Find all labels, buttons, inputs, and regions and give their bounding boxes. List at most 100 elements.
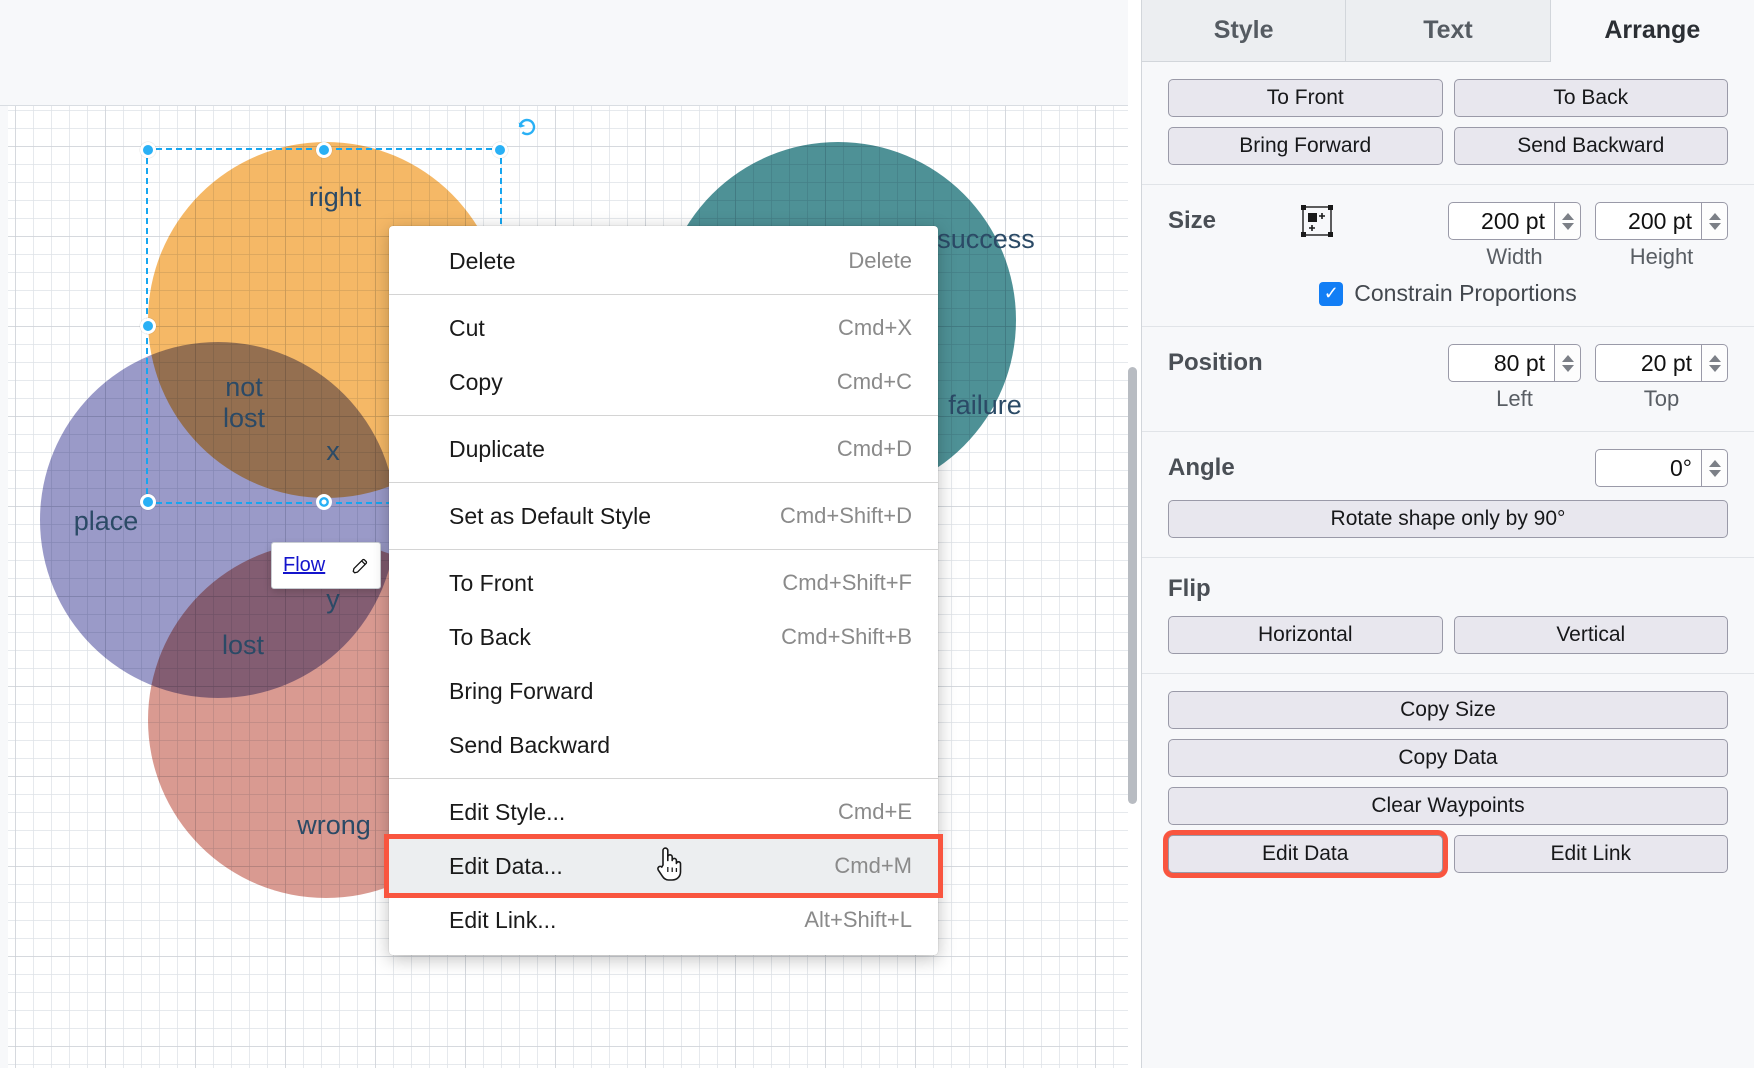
menu-item-edit-data[interactable]: Edit Data... Cmd+M: [389, 839, 938, 893]
send-backward-button[interactable]: Send Backward: [1454, 127, 1729, 165]
menu-item-delete[interactable]: DeleteDelete: [389, 234, 938, 288]
size-autofit-icon[interactable]: [1300, 204, 1334, 238]
size-row: Size 200 pt: [1168, 202, 1728, 240]
menu-item-label: Edit Style...: [449, 799, 565, 826]
menu-item-label: Edit Link...: [449, 907, 556, 934]
menu-item-edit-link[interactable]: Edit Link... Alt+Shift+L: [389, 893, 938, 947]
section-position: Position 80 pt 20 pt Left Top: [1142, 327, 1754, 432]
flip-horizontal-button[interactable]: Horizontal: [1168, 616, 1443, 654]
menu-item-to-front[interactable]: To Front Cmd+Shift+F: [389, 556, 938, 610]
rotate-shape-90-button[interactable]: Rotate shape only by 90°: [1168, 500, 1728, 538]
tab-arrange[interactable]: Arrange: [1551, 0, 1754, 62]
top-input[interactable]: 20 pt: [1595, 344, 1702, 382]
edit-data-button[interactable]: Edit Data: [1168, 835, 1443, 873]
menu-item-shortcut: Cmd+M: [834, 853, 912, 879]
height-input[interactable]: 200 pt: [1595, 202, 1702, 240]
to-back-button[interactable]: To Back: [1454, 79, 1729, 117]
tab-text[interactable]: Text: [1346, 0, 1550, 61]
left-input[interactable]: 80 pt: [1448, 344, 1555, 382]
menu-item-shortcut: Cmd+Shift+D: [780, 503, 912, 529]
menu-item-shortcut: Alt+Shift+L: [804, 907, 912, 933]
pencil-icon[interactable]: [351, 557, 369, 575]
section-order: To Front To Back Bring Forward Send Back…: [1142, 62, 1754, 185]
menu-item-label: Delete: [449, 248, 515, 275]
resize-handle-bottom-left[interactable]: [140, 494, 156, 510]
section-actions: Copy Size Copy Data Clear Waypoints Edit…: [1142, 674, 1754, 892]
menu-item-edit-style[interactable]: Edit Style... Cmd+E: [389, 785, 938, 839]
menu-separator: [389, 778, 938, 779]
tab-style[interactable]: Style: [1142, 0, 1346, 61]
position-row: Position 80 pt 20 pt: [1168, 344, 1728, 382]
canvas-area[interactable]: right notlost x place y lost wrong succe…: [0, 0, 1128, 1068]
menu-item-cut[interactable]: CutCmd+X: [389, 301, 938, 355]
angle-stepper-wrap: 0°: [1595, 449, 1728, 487]
constrain-proportions-checkbox[interactable]: ✓: [1319, 282, 1343, 306]
angle-spinner[interactable]: [1702, 449, 1728, 487]
resize-handle-bottom-center[interactable]: [316, 494, 332, 510]
angle-input[interactable]: 0°: [1595, 449, 1702, 487]
to-front-button[interactable]: To Front: [1168, 79, 1443, 117]
resize-handle-top-left[interactable]: [140, 142, 156, 158]
menu-item-shortcut: Cmd+Shift+F: [782, 570, 912, 596]
position-sublabels: Left Top: [1168, 386, 1728, 412]
flip-vertical-button[interactable]: Vertical: [1454, 616, 1729, 654]
menu-item-copy[interactable]: CopyCmd+C: [389, 355, 938, 409]
menu-item-label: Edit Data...: [449, 853, 563, 880]
bring-forward-button[interactable]: Bring Forward: [1168, 127, 1443, 165]
left-spinner[interactable]: [1555, 344, 1581, 382]
rotate-handle-icon[interactable]: [516, 116, 538, 138]
rotate-row: Rotate shape only by 90°: [1168, 500, 1728, 538]
clear-waypoints-button[interactable]: Clear Waypoints: [1168, 787, 1728, 825]
menu-separator: [389, 294, 938, 295]
width-spinner[interactable]: [1555, 202, 1581, 240]
resize-handle-middle-left[interactable]: [140, 318, 156, 334]
menu-item-label: Duplicate: [449, 436, 545, 463]
panel-scrollbar[interactable]: [1128, 367, 1137, 804]
angle-row: Angle 0°: [1168, 449, 1728, 487]
flow-link-label[interactable]: Flow: [283, 554, 325, 577]
menu-item-label: Set as Default Style: [449, 503, 651, 530]
left-stepper: 80 pt: [1448, 344, 1581, 382]
section-angle: Angle 0° Rotate shape only by 90°: [1142, 432, 1754, 558]
menu-item-shortcut: Cmd+C: [837, 369, 912, 395]
resize-handle-top-center[interactable]: [316, 142, 332, 158]
menu-item-label: To Back: [449, 624, 531, 651]
menu-item-shortcut: Cmd+E: [838, 799, 912, 825]
venn-label-wrong: wrong: [286, 810, 382, 841]
constrain-proportions-row[interactable]: ✓ Constrain Proportions: [1168, 280, 1728, 307]
menu-item-label: To Front: [449, 570, 533, 597]
menu-item-send-backward[interactable]: Send Backward: [389, 718, 938, 772]
menu-separator: [389, 549, 938, 550]
height-spinner[interactable]: [1702, 202, 1728, 240]
flip-row: Horizontal Vertical: [1168, 616, 1728, 654]
width-sublabel: Width: [1448, 244, 1581, 270]
top-stepper: 20 pt: [1595, 344, 1728, 382]
menu-separator: [389, 415, 938, 416]
top-spinner[interactable]: [1702, 344, 1728, 382]
menu-item-duplicate[interactable]: DuplicateCmd+D: [389, 422, 938, 476]
canvas-top-strip: [0, 0, 1128, 106]
size-steppers: 200 pt 200 pt: [1448, 202, 1728, 240]
order-row-2: Bring Forward Send Backward: [1168, 127, 1728, 165]
flip-label: Flip: [1168, 575, 1728, 603]
resize-handle-top-right[interactable]: [492, 142, 508, 158]
menu-separator: [389, 482, 938, 483]
menu-item-shortcut: Cmd+Shift+B: [781, 624, 912, 650]
edit-link-button[interactable]: Edit Link: [1454, 835, 1729, 873]
angle-label: Angle: [1168, 454, 1300, 482]
size-label: Size: [1168, 207, 1300, 235]
position-steppers: 80 pt 20 pt: [1448, 344, 1728, 382]
context-menu[interactable]: DeleteDeleteCutCmd+XCopyCmd+CDuplicateCm…: [389, 226, 938, 955]
width-input[interactable]: 200 pt: [1448, 202, 1555, 240]
menu-item-label: Bring Forward: [449, 678, 593, 705]
section-size: Size 200 pt: [1142, 185, 1754, 327]
menu-item-set-as-default-style[interactable]: Set as Default Style Cmd+Shift+D: [389, 489, 938, 543]
menu-item-label: Send Backward: [449, 732, 610, 759]
copy-size-button[interactable]: Copy Size: [1168, 691, 1728, 729]
order-row-1: To Front To Back: [1168, 79, 1728, 117]
copy-data-button[interactable]: Copy Data: [1168, 739, 1728, 777]
menu-item-bring-forward[interactable]: Bring Forward: [389, 664, 938, 718]
venn-label-success: success: [926, 224, 1046, 255]
shape-link-tooltip[interactable]: Flow: [271, 542, 381, 589]
menu-item-to-back[interactable]: To Back Cmd+Shift+B: [389, 610, 938, 664]
